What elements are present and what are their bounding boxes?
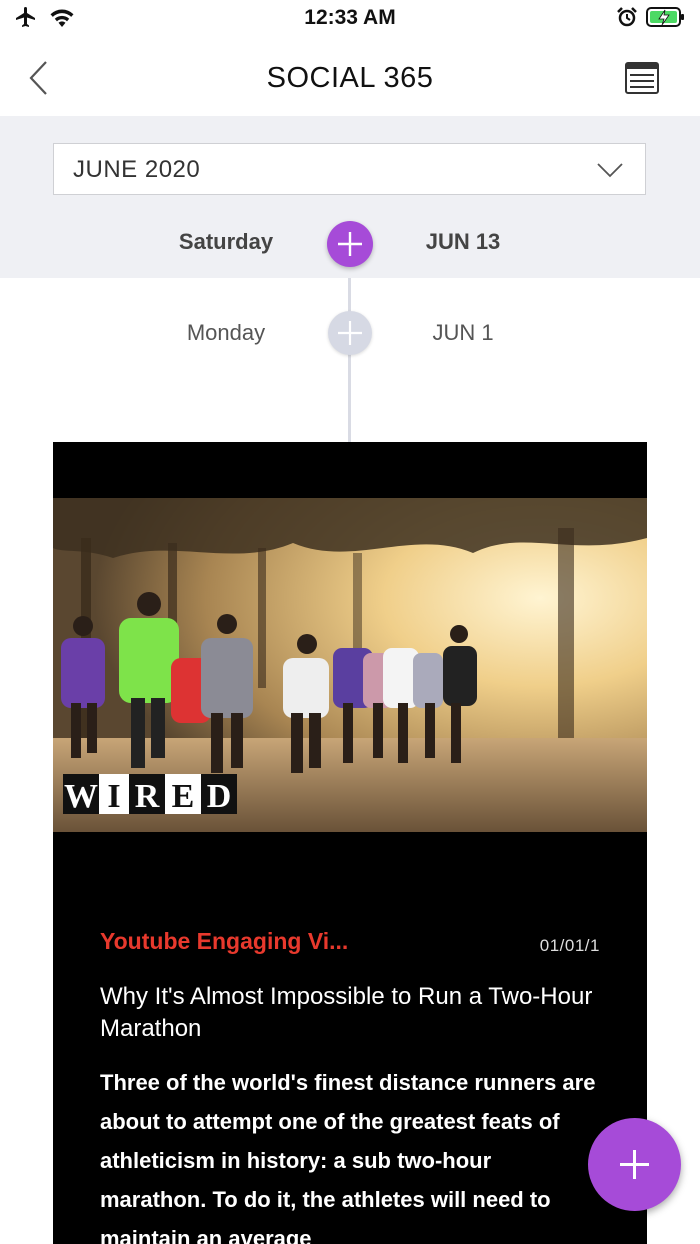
calendar-view-icon xyxy=(625,62,659,94)
battery-charging-icon xyxy=(646,7,684,27)
svg-text:D: D xyxy=(207,778,232,815)
screen: 12:33 AM SOCIAL 365 JUNE 2020 Saturday J… xyxy=(0,0,700,1244)
date-header: JUNE 2020 Saturday JUN 13 xyxy=(0,116,700,278)
post-card[interactable]: W I R E D Youtube Engaging Vi... 01/01/1… xyxy=(53,442,647,1244)
svg-text:I: I xyxy=(107,778,120,815)
month-value: JUNE 2020 xyxy=(73,156,201,183)
post-thumbnail: W I R E D xyxy=(53,498,647,832)
add-button[interactable] xyxy=(588,1118,681,1211)
plus-icon xyxy=(620,1150,649,1179)
status-right-icons xyxy=(616,6,686,28)
timeline-date-label: JUN 1 xyxy=(432,320,494,345)
wired-logo: W I R E D xyxy=(63,774,237,815)
svg-text:E: E xyxy=(172,778,195,815)
calendar-view-button[interactable] xyxy=(624,60,660,96)
month-dropdown[interactable]: JUNE 2020 xyxy=(53,143,646,195)
status-bar: 12:33 AM xyxy=(0,0,700,40)
selected-date-label: JUN 13 xyxy=(425,229,501,254)
navigation-bar: SOCIAL 365 xyxy=(0,40,700,116)
svg-text:R: R xyxy=(135,778,160,815)
alarm-icon xyxy=(617,7,637,27)
status-time: 12:33 AM xyxy=(304,6,396,29)
post-description: Three of the world's finest distance run… xyxy=(100,1070,596,1244)
add-post-selected-day-button[interactable] xyxy=(327,221,373,267)
post-date: 01/01/1 xyxy=(539,936,600,955)
post-title: Why It's Almost Impossible to Run a Two-… xyxy=(100,983,593,1042)
post-source: Youtube Engaging Vi... xyxy=(100,928,349,954)
add-post-button[interactable] xyxy=(328,311,372,355)
page-title: SOCIAL 365 xyxy=(266,62,434,94)
chevron-down-icon xyxy=(597,163,623,178)
svg-text:W: W xyxy=(64,778,98,815)
plus-icon xyxy=(338,321,362,345)
timeline-line xyxy=(348,278,351,442)
plus-icon xyxy=(338,232,362,256)
